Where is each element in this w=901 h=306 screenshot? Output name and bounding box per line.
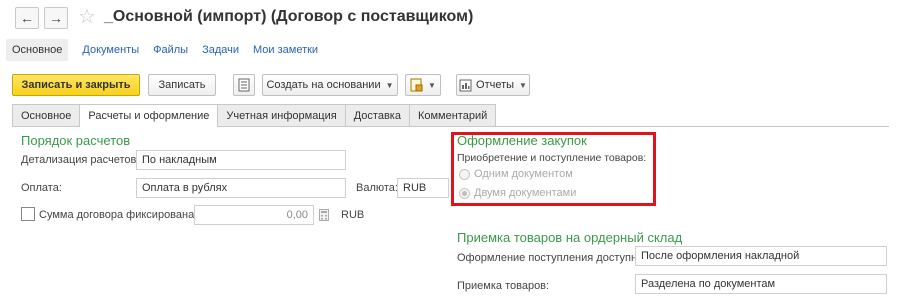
nav-notes[interactable]: Мои заметки bbox=[253, 44, 318, 56]
nav-tasks[interactable]: Задачи bbox=[202, 44, 239, 56]
create-based-on-button[interactable]: Создать на основании ▼ bbox=[262, 74, 398, 96]
nav-documents[interactable]: Документы bbox=[82, 44, 139, 56]
receipt-label: Оформление поступления доступно: bbox=[457, 252, 647, 264]
tab-bar: Основное Расчеты и оформление Учетная ин… bbox=[12, 104, 497, 127]
receipt-field[interactable]: После оформления накладной bbox=[635, 246, 887, 266]
nav-files[interactable]: Файлы bbox=[153, 44, 188, 56]
currency-field[interactable]: RUB bbox=[397, 178, 449, 198]
reports-icon bbox=[459, 79, 472, 91]
reports-button[interactable]: Отчеты ▼ bbox=[456, 74, 530, 96]
document-color-icon bbox=[410, 78, 423, 92]
fixed-sum-checkbox[interactable] bbox=[21, 207, 35, 221]
chevron-down-icon: ▼ bbox=[385, 80, 394, 90]
tab-main[interactable]: Основное bbox=[12, 104, 81, 126]
tab-payments[interactable]: Расчеты и оформление bbox=[79, 104, 219, 127]
document-list-icon bbox=[238, 78, 250, 92]
acceptance-field[interactable]: Разделена по документам bbox=[635, 274, 887, 294]
save-button[interactable]: Записать bbox=[148, 74, 216, 96]
forward-button[interactable]: → bbox=[44, 7, 68, 29]
tab-comment[interactable]: Комментарий bbox=[408, 104, 497, 126]
payments-group-title: Порядок расчетов bbox=[21, 133, 131, 148]
reports-label: Отчеты bbox=[476, 79, 515, 91]
sum-field[interactable]: 0,00 bbox=[194, 205, 314, 225]
highlight-frame bbox=[451, 132, 656, 206]
payment-label: Оплата: bbox=[21, 182, 62, 194]
create-based-on-label: Создать на основании bbox=[266, 79, 381, 91]
currency-label: Валюта: bbox=[356, 182, 398, 194]
calculator-button[interactable] bbox=[316, 205, 332, 225]
save-and-close-button[interactable]: Записать и закрыть bbox=[12, 74, 140, 96]
chevron-down-icon: ▼ bbox=[519, 80, 527, 90]
star-icon[interactable]: ☆ bbox=[78, 5, 96, 29]
payment-field[interactable]: Оплата в рублях bbox=[136, 178, 346, 198]
nav-main[interactable]: Основное bbox=[6, 39, 69, 61]
detail-label: Детализация расчетов: bbox=[21, 154, 140, 166]
section-nav: Основное Документы Файлы Задачи Мои заме… bbox=[6, 38, 332, 62]
chevron-down-icon: ▼ bbox=[428, 80, 436, 90]
document-list-button[interactable] bbox=[233, 74, 255, 96]
warehouse-group-title: Приемка товаров на ордерный склад bbox=[457, 230, 683, 245]
arrow-left-icon: ← bbox=[20, 10, 34, 26]
detail-field[interactable]: По накладным bbox=[136, 150, 346, 170]
tab-accounting[interactable]: Учетная информация bbox=[217, 104, 346, 126]
calculator-icon bbox=[319, 209, 329, 221]
sum-currency-label: RUB bbox=[341, 209, 365, 221]
print-menu-button[interactable]: ▼ bbox=[405, 74, 441, 96]
fixed-sum-label: Сумма договора фиксирована bbox=[39, 209, 195, 221]
arrow-right-icon: → bbox=[49, 10, 63, 26]
back-button[interactable]: ← bbox=[15, 7, 39, 29]
page-title: _Основной (импорт) (Договор с поставщико… bbox=[104, 8, 474, 25]
acceptance-label: Приемка товаров: bbox=[457, 280, 550, 292]
tab-delivery[interactable]: Доставка bbox=[344, 104, 410, 126]
